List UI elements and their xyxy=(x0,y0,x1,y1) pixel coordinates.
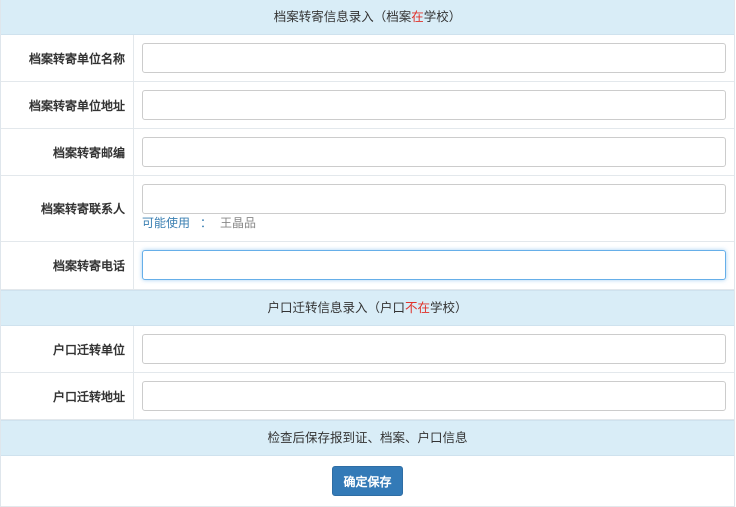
hukou-section-title-highlight: 不在 xyxy=(404,300,430,315)
hukou-section-title-before: 户口迁转信息录入（户口 xyxy=(267,300,405,315)
hukou-address-row: 户口迁转地址 xyxy=(1,373,734,420)
archive-section-title-before: 档案转寄信息录入（档案 xyxy=(273,9,412,24)
action-row: 确定保存 xyxy=(1,456,734,507)
hukou-address-label: 户口迁转地址 xyxy=(1,373,134,419)
save-button[interactable]: 确定保存 xyxy=(332,466,403,496)
contact-suggestion-name[interactable]: 王晶品 xyxy=(220,216,256,230)
hukou-section-header: 户口迁转信息录入（户口不在学校） xyxy=(1,290,734,326)
archive-contact-row: 档案转寄联系人 可能使用 ： 王晶品 xyxy=(1,176,734,242)
hukou-address-input[interactable] xyxy=(142,381,726,411)
archive-unit-address-input[interactable] xyxy=(142,90,726,120)
archive-unit-address-row: 档案转寄单位地址 xyxy=(1,82,734,129)
archive-section-header: 档案转寄信息录入（档案在学校） xyxy=(1,0,734,35)
archive-postcode-label: 档案转寄邮编 xyxy=(1,129,134,175)
contact-suggestion-colon: ： xyxy=(200,216,213,230)
archive-contact-label: 档案转寄联系人 xyxy=(1,176,134,241)
save-section-header: 检查后保存报到证、档案、户口信息 xyxy=(1,420,734,456)
hukou-unit-row: 户口迁转单位 xyxy=(1,326,734,373)
archive-postcode-input[interactable] xyxy=(142,137,726,167)
archive-phone-input[interactable] xyxy=(142,250,726,280)
archive-unit-address-label: 档案转寄单位地址 xyxy=(1,82,134,128)
archive-unit-name-label: 档案转寄单位名称 xyxy=(1,35,134,81)
archive-unit-name-input[interactable] xyxy=(142,43,726,73)
contact-suggestion-prefix: 可能使用 xyxy=(142,216,191,230)
archive-phone-label: 档案转寄电话 xyxy=(1,242,134,289)
archive-section-title-highlight: 在 xyxy=(411,9,424,24)
contact-suggestion: 可能使用 ： 王晶品 xyxy=(142,215,726,231)
archive-section-title-after: 学校） xyxy=(423,9,462,24)
archive-contact-input[interactable] xyxy=(142,184,726,214)
hukou-section-title-after: 学校） xyxy=(430,300,468,315)
transfer-info-form: 档案转寄信息录入（档案在学校） 档案转寄单位名称 档案转寄单位地址 档案转寄邮编… xyxy=(0,0,735,507)
archive-postcode-row: 档案转寄邮编 xyxy=(1,129,734,176)
archive-unit-name-row: 档案转寄单位名称 xyxy=(1,35,734,82)
hukou-unit-label: 户口迁转单位 xyxy=(1,326,134,372)
hukou-unit-input[interactable] xyxy=(142,334,726,364)
archive-phone-row: 档案转寄电话 xyxy=(1,242,734,290)
save-section-title: 检查后保存报到证、档案、户口信息 xyxy=(267,430,468,445)
